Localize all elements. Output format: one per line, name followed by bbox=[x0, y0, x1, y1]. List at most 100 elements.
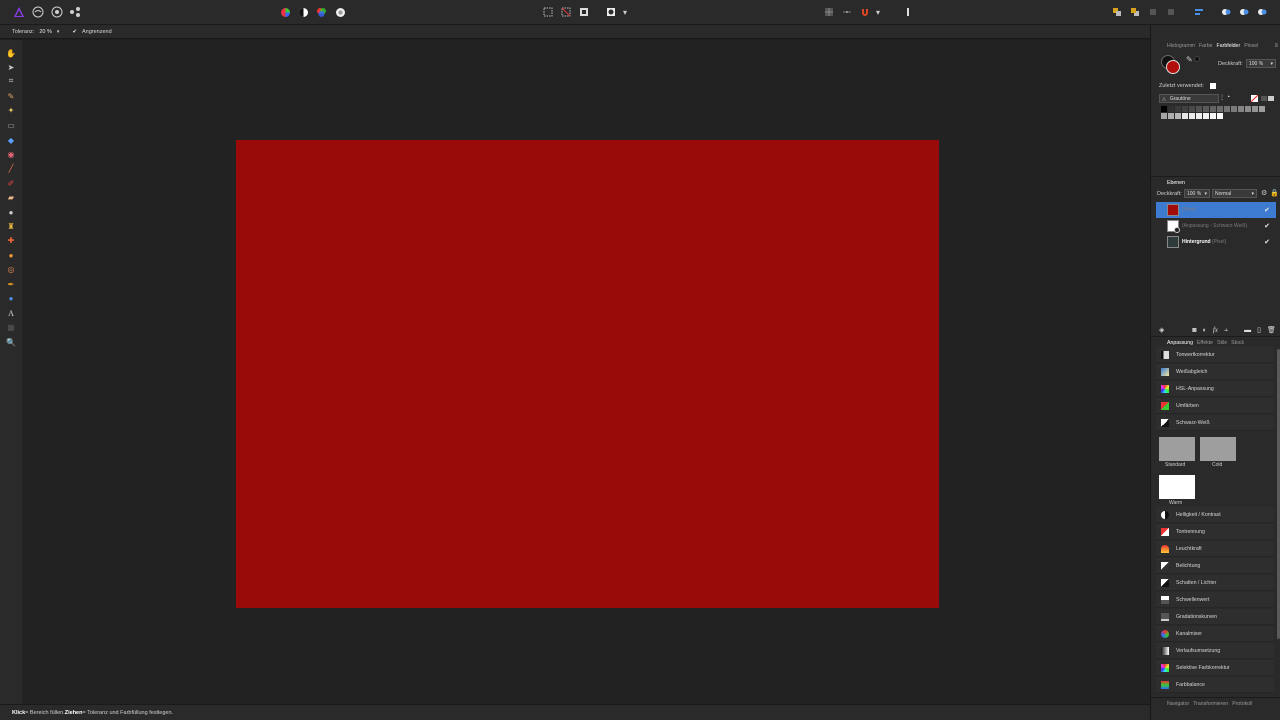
adjustment-item[interactable]: Belichtung bbox=[1156, 558, 1274, 574]
dodge-icon[interactable]: ● bbox=[5, 206, 17, 218]
canvas-area[interactable] bbox=[22, 40, 1150, 704]
auto-white-balance-icon[interactable] bbox=[333, 5, 347, 19]
add-layer-icon[interactable]: ▯ bbox=[1257, 326, 1261, 334]
tolerance-field[interactable]: 20 % bbox=[39, 29, 52, 35]
transform-icon[interactable] bbox=[1219, 5, 1233, 19]
paint-brush-icon[interactable]: ╱ bbox=[5, 162, 17, 174]
layer-row[interactable]: (Anpassung - Schwarz-Weiß) ✔ bbox=[1156, 218, 1276, 234]
preset-standard[interactable] bbox=[1159, 437, 1195, 461]
live-filter-icon[interactable]: ⫠ bbox=[1224, 326, 1228, 334]
invert-selection-icon[interactable] bbox=[577, 5, 591, 19]
selection-brush-icon[interactable]: ✎ bbox=[5, 90, 17, 102]
healing-brush-icon[interactable]: ✚ bbox=[5, 234, 17, 246]
visibility-checkbox[interactable]: ✔ bbox=[1264, 206, 1270, 214]
flood-fill-icon[interactable]: ◆ bbox=[5, 134, 17, 146]
swatch[interactable] bbox=[1217, 106, 1223, 112]
layer-opacity-field[interactable]: 100 % ▾ bbox=[1184, 189, 1210, 198]
photo-persona-icon[interactable] bbox=[12, 5, 26, 19]
contiguous-checkbox[interactable]: ✔ bbox=[72, 29, 77, 35]
trash-icon[interactable]: 🗑 bbox=[1267, 326, 1276, 334]
swatch[interactable] bbox=[1196, 106, 1202, 112]
shape-tool-icon[interactable]: ● bbox=[5, 292, 17, 304]
auto-levels-icon[interactable] bbox=[278, 5, 292, 19]
tab-navigator[interactable]: Navigator bbox=[1167, 701, 1189, 707]
pen-tool-icon[interactable]: ✒ bbox=[5, 278, 17, 290]
swatch[interactable] bbox=[1217, 113, 1223, 119]
adjustment-icon[interactable]: ◐ bbox=[1203, 327, 1207, 334]
document-canvas[interactable] bbox=[236, 140, 939, 608]
tab-farbe[interactable]: Farbe bbox=[1199, 43, 1213, 49]
hand-icon[interactable]: ✋ bbox=[5, 47, 17, 59]
zoom-tool-icon[interactable]: 🔍 bbox=[5, 336, 17, 348]
adjustment-item[interactable]: Verlaufsumsetzung bbox=[1156, 643, 1274, 659]
adjustment-item[interactable]: Tonwertkorrektur bbox=[1156, 347, 1274, 363]
black-swatch-icon[interactable] bbox=[1194, 56, 1200, 62]
swatch[interactable] bbox=[1224, 106, 1230, 112]
swatch[interactable] bbox=[1182, 106, 1188, 112]
swatch[interactable] bbox=[1210, 106, 1216, 112]
swatch[interactable] bbox=[1175, 113, 1181, 119]
visibility-checkbox[interactable]: ✔ bbox=[1264, 238, 1270, 246]
chevron-down-icon[interactable]: ▾ bbox=[871, 5, 885, 19]
magnet-icon[interactable] bbox=[858, 5, 872, 19]
layers-stack-icon[interactable]: ◈ bbox=[1159, 326, 1164, 334]
swatch[interactable] bbox=[1168, 106, 1174, 112]
swatch[interactable] bbox=[1175, 106, 1181, 112]
swatch-opacity-field[interactable]: 100 % ▾ bbox=[1246, 59, 1276, 68]
arrange-backward-icon[interactable] bbox=[1164, 5, 1178, 19]
grid-view-icon[interactable] bbox=[1268, 96, 1274, 101]
swatch[interactable] bbox=[1161, 106, 1167, 112]
tab-histogramm[interactable]: Histogramm bbox=[1167, 43, 1195, 49]
marquee-tool-icon[interactable]: ▭ bbox=[5, 119, 17, 131]
tab-stile[interactable]: Stile bbox=[1217, 340, 1227, 346]
swatch[interactable] bbox=[1210, 113, 1216, 119]
blend-mode-dropdown[interactable]: Normal ▾ bbox=[1212, 189, 1257, 198]
list-view-icon[interactable] bbox=[1261, 96, 1267, 101]
blemish-icon[interactable]: ● bbox=[5, 249, 17, 261]
visibility-checkbox[interactable]: ✔ bbox=[1264, 222, 1270, 230]
layer-row[interactable]: Hintergrund (Pixel) ✔ bbox=[1156, 234, 1276, 250]
pie-icon[interactable]: ◔ bbox=[1226, 94, 1230, 101]
swatch[interactable] bbox=[1182, 113, 1188, 119]
move-tool-icon[interactable]: ➤ bbox=[5, 61, 17, 73]
adjustment-item[interactable]: Schwarz-Weiß bbox=[1156, 415, 1274, 431]
swatch[interactable] bbox=[1203, 113, 1209, 119]
none-swatch-icon[interactable] bbox=[1250, 94, 1259, 103]
liquify-persona-icon[interactable] bbox=[31, 5, 45, 19]
recent-swatch[interactable] bbox=[1210, 83, 1216, 89]
adjustment-item[interactable]: Weißabgleich bbox=[1156, 364, 1274, 380]
fx-icon[interactable]: fx bbox=[1213, 326, 1218, 334]
adjustment-item[interactable]: Helligkeit / Kontrast bbox=[1156, 507, 1274, 523]
eraser-icon[interactable]: ▰ bbox=[5, 191, 17, 203]
tab-anpassung[interactable]: Anpassung bbox=[1167, 340, 1193, 346]
adjustment-item[interactable]: Kanalmixer bbox=[1156, 626, 1274, 642]
clone-tool-icon[interactable]: ♜ bbox=[5, 220, 17, 232]
color-well[interactable] bbox=[1161, 55, 1181, 75]
arrange-back-icon[interactable] bbox=[1110, 5, 1124, 19]
marquee-select-icon[interactable] bbox=[541, 5, 555, 19]
swatch[interactable] bbox=[1238, 106, 1244, 112]
quick-mask-icon[interactable] bbox=[604, 5, 618, 19]
preset-warm[interactable] bbox=[1159, 475, 1195, 499]
adjustment-item[interactable]: Schwellenwert bbox=[1156, 592, 1274, 608]
chevron-down-icon[interactable]: ▾ bbox=[57, 29, 60, 35]
develop-persona-icon[interactable] bbox=[50, 5, 64, 19]
layer-row[interactable]: (Pixel) ✔ bbox=[1156, 202, 1276, 218]
tab-protokoll[interactable]: Protokoll bbox=[1232, 701, 1252, 707]
swatch[interactable] bbox=[1259, 106, 1265, 112]
red-eye-icon[interactable]: ◎ bbox=[5, 263, 17, 275]
align-icon[interactable] bbox=[1192, 5, 1206, 19]
flip-icon[interactable] bbox=[1255, 5, 1269, 19]
adjustment-item[interactable]: HSL-Anpassung bbox=[1156, 381, 1274, 397]
arrange-front-icon[interactable] bbox=[1128, 5, 1142, 19]
tab-stock[interactable]: Stock bbox=[1231, 340, 1244, 346]
adjustment-item[interactable]: Gradationskurven bbox=[1156, 609, 1274, 625]
adjustment-item[interactable]: Tontrennung bbox=[1156, 524, 1274, 540]
auto-contrast-icon[interactable] bbox=[296, 5, 310, 19]
adjustment-item[interactable]: Farbbalance bbox=[1156, 677, 1274, 693]
lock-icon[interactable]: 🔒 bbox=[1270, 189, 1279, 197]
color-picker-icon[interactable]: ✎ bbox=[1186, 55, 1193, 64]
swatch[interactable] bbox=[1231, 106, 1237, 112]
swatch[interactable] bbox=[1189, 106, 1195, 112]
text-tool-icon[interactable]: A bbox=[5, 307, 17, 319]
